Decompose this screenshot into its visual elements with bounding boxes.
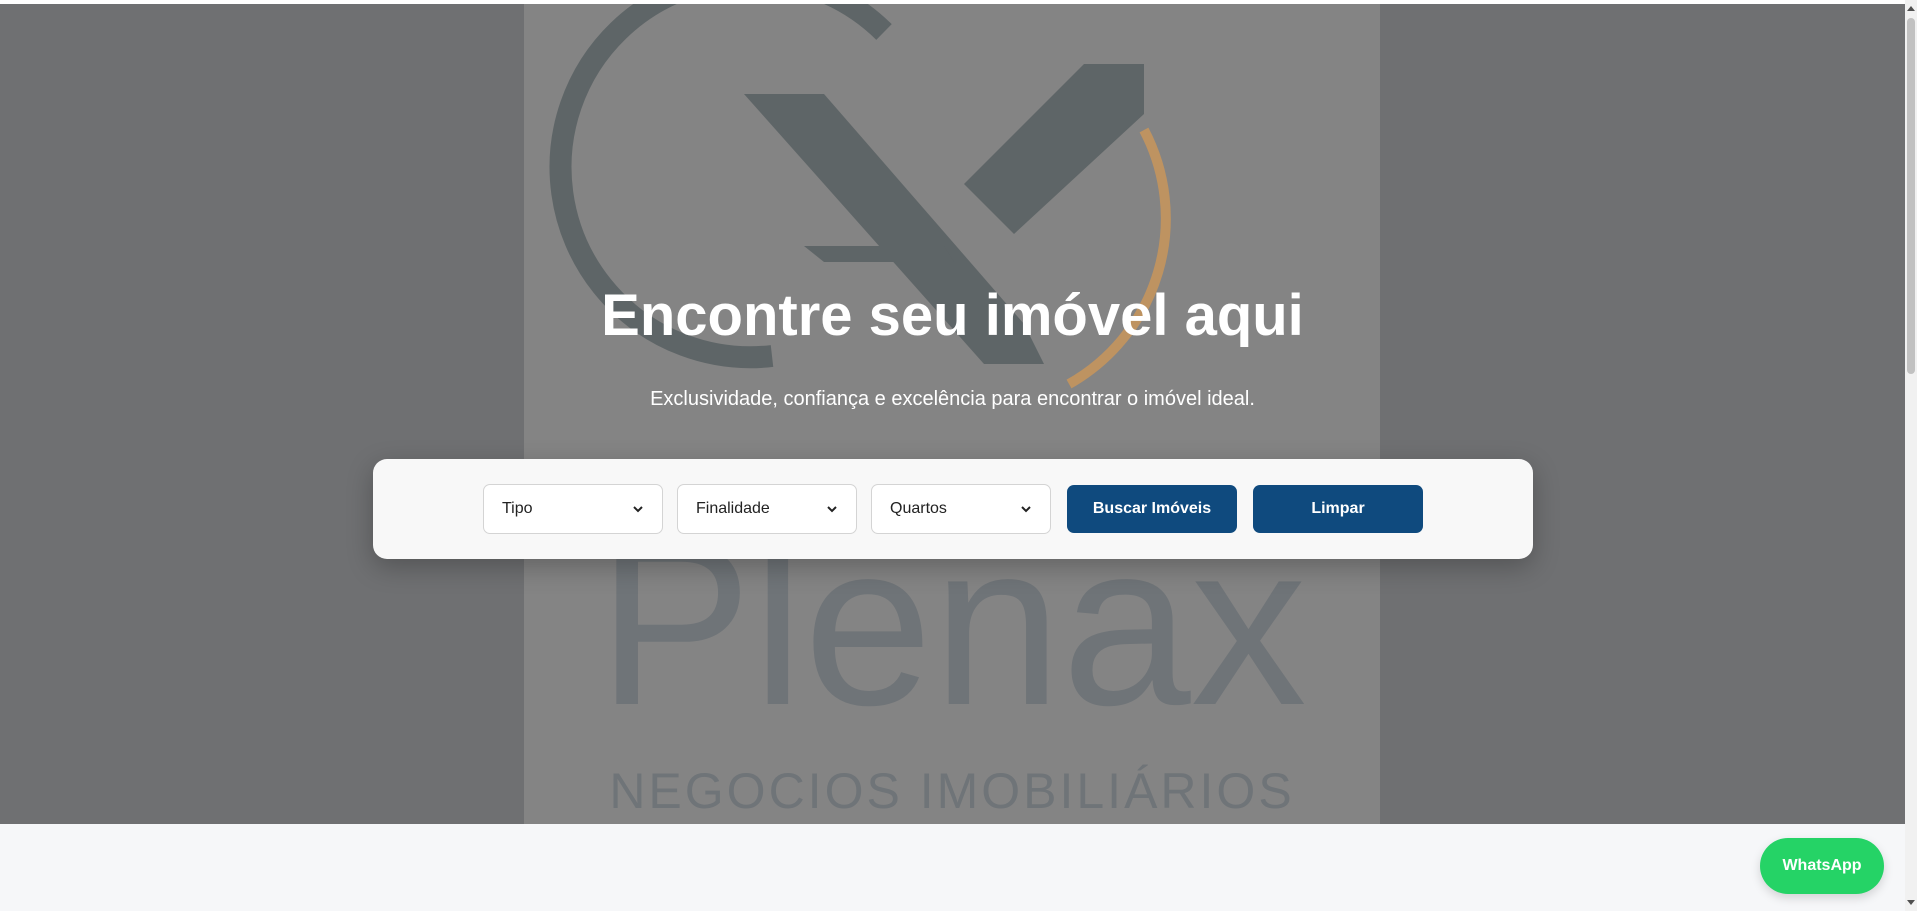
page-viewport: Plenax NEGOCIOS IMOBILIÁRIOS Encontre se…: [0, 0, 1917, 911]
finalidade-select[interactable]: Finalidade: [677, 484, 857, 534]
tipo-select[interactable]: Tipo: [483, 484, 663, 534]
plenax-x-logo: Plenax NEGOCIOS IMOBILIÁRIOS: [549, 4, 1307, 819]
quartos-select-value: Quartos: [890, 500, 947, 517]
chevron-down-icon: [1021, 506, 1031, 513]
finalidade-select-value: Finalidade: [696, 500, 770, 517]
quartos-select[interactable]: Quartos: [871, 484, 1051, 534]
search-button[interactable]: Buscar Imóveis: [1067, 485, 1237, 533]
chevron-down-icon: [827, 506, 837, 513]
hero-section: Plenax NEGOCIOS IMOBILIÁRIOS Encontre se…: [0, 4, 1905, 824]
page-title: Encontre seu imóvel aqui: [601, 283, 1304, 348]
whatsapp-button[interactable]: WhatsApp: [1760, 838, 1884, 894]
clear-button[interactable]: Limpar: [1253, 485, 1423, 533]
logo-x-stroke-right: [964, 64, 1144, 234]
scroll-thumb[interactable]: [1907, 18, 1915, 374]
hero-subtitle: Exclusividade, confiança e excelência pa…: [650, 388, 1255, 410]
scroll-up-icon[interactable]: [1907, 6, 1915, 11]
chevron-down-icon: [633, 506, 643, 513]
page-scrollbar[interactable]: [1905, 0, 1917, 911]
logo-x-crossbar: [804, 246, 954, 262]
scroll-down-icon[interactable]: [1907, 900, 1915, 905]
plenax-logo-background: Plenax NEGOCIOS IMOBILIÁRIOS: [524, 4, 1380, 824]
tipo-select-value: Tipo: [502, 500, 533, 517]
logo-tagline: NEGOCIOS IMOBILIÁRIOS: [609, 763, 1294, 819]
search-panel: Tipo Finalidade Quartos Buscar Imóveis L…: [373, 459, 1533, 559]
